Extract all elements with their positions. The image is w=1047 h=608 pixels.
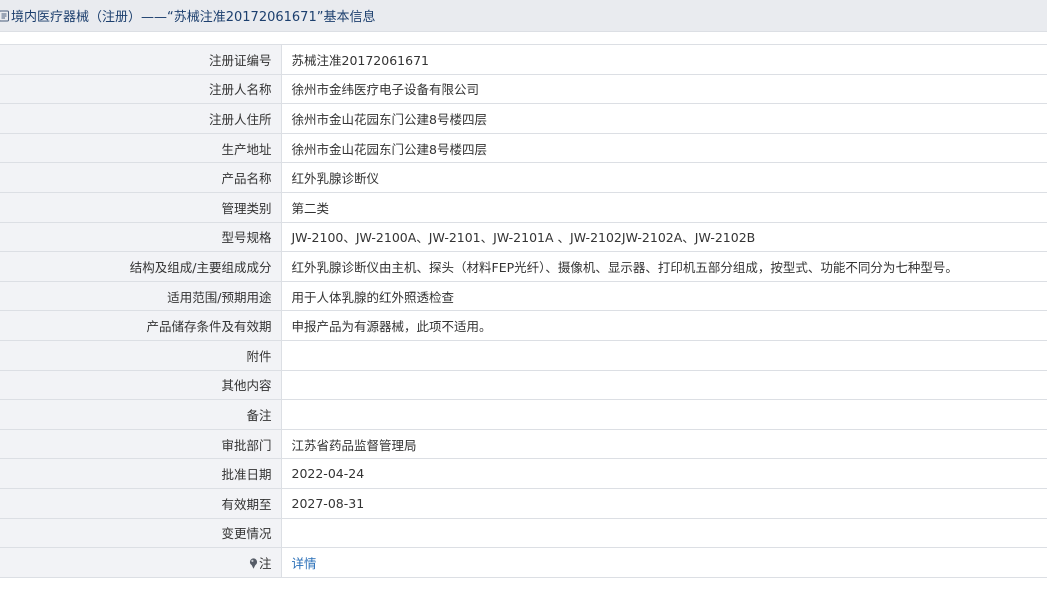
table-row: 有效期至 2027-08-31: [0, 487, 1047, 519]
row-label-registrant-address: 注册人住所: [0, 103, 282, 134]
pin-icon: [249, 558, 258, 569]
table-row: 其他内容: [0, 369, 1047, 401]
row-value-attachment: [281, 339, 1047, 371]
row-label-management-category: 管理类别: [0, 191, 282, 223]
row-label-product-name: 产品名称: [0, 162, 282, 193]
row-value-structure-composition: 红外乳腺诊断仪由主机、探头（材料FEP光纤）、摄像机、显示器、打印机五部分组成，…: [281, 251, 1047, 282]
row-label-change-status: 变更情况: [0, 517, 282, 549]
table-row: 注 详情: [0, 547, 1047, 578]
header-bar: 境内医疗器械（注册）——“苏械注准20172061671”基本信息: [0, 0, 1047, 32]
table-row: 注册证编号 苏械注准20172061671: [0, 44, 1047, 75]
row-value-storage-validity: 申报产品为有源器械，此项不适用。: [281, 310, 1047, 341]
page-title: 境内医疗器械（注册）——“苏械注准20172061671”基本信息: [11, 10, 376, 25]
row-label-attachment: 附件: [0, 339, 282, 371]
row-value-approval-date: 2022-04-24: [281, 458, 1047, 489]
row-label-registration-number: 注册证编号: [0, 44, 282, 75]
table-row: 管理类别 第二类: [0, 191, 1047, 223]
table-row: 适用范围/预期用途 用于人体乳腺的红外照透检查: [0, 280, 1047, 312]
row-label-registrant-name: 注册人名称: [0, 73, 282, 105]
document-icon: [0, 10, 9, 21]
table-row: 注册人名称 徐州市金纬医疗电子设备有限公司: [0, 73, 1047, 105]
table-row: 注册人住所 徐州市金山花园东门公建8号楼四层: [0, 103, 1047, 134]
table-row: 产品储存条件及有效期 申报产品为有源器械，此项不适用。: [0, 310, 1047, 341]
table-row: 批准日期 2022-04-24: [0, 458, 1047, 489]
details-link[interactable]: 详情: [292, 556, 317, 571]
row-label-approval-date: 批准日期: [0, 458, 282, 489]
row-value-change-status: [281, 517, 1047, 549]
row-value-registration-number: 苏械注准20172061671: [281, 44, 1047, 75]
row-value-intended-use: 用于人体乳腺的红外照透检查: [281, 280, 1047, 312]
row-value-model-spec: JW-2100、JW-2100A、JW-2101、JW-2101A 、JW-21…: [281, 221, 1047, 253]
row-label-structure-composition: 结构及组成/主要组成成分: [0, 251, 282, 282]
row-value-registrant-name: 徐州市金纬医疗电子设备有限公司: [281, 73, 1047, 105]
table-row: 附件: [0, 339, 1047, 371]
row-value-other-content: [281, 369, 1047, 401]
row-label-model-spec: 型号规格: [0, 221, 282, 253]
row-value-management-category: 第二类: [281, 191, 1047, 223]
row-value-approval-department: 江苏省药品监督管理局: [281, 428, 1047, 460]
row-label-valid-until: 有效期至: [0, 487, 282, 519]
row-value-remarks: [281, 399, 1047, 430]
row-value-valid-until: 2027-08-31: [281, 487, 1047, 519]
page: 境内医疗器械（注册）——“苏械注准20172061671”基本信息 注册证编号 …: [0, 0, 1047, 608]
table-row: 结构及组成/主要组成成分 红外乳腺诊断仪由主机、探头（材料FEP光纤）、摄像机、…: [0, 251, 1047, 282]
table-row: 型号规格 JW-2100、JW-2100A、JW-2101、JW-2101A 、…: [0, 221, 1047, 253]
row-label-intended-use: 适用范围/预期用途: [0, 280, 282, 312]
table-row: 生产地址 徐州市金山花园东门公建8号楼四层: [0, 132, 1047, 164]
row-label-approval-department: 审批部门: [0, 428, 282, 460]
row-label-other-content: 其他内容: [0, 369, 282, 401]
row-label-storage-validity: 产品储存条件及有效期: [0, 310, 282, 341]
row-value-note: 详情: [281, 547, 1047, 578]
note-label: 注: [258, 555, 272, 571]
row-label-note: 注: [0, 547, 282, 578]
row-label-remarks: 备注: [0, 399, 282, 430]
row-value-registrant-address: 徐州市金山花园东门公建8号楼四层: [281, 103, 1047, 134]
table-row: 备注: [0, 399, 1047, 430]
info-table: 注册证编号 苏械注准20172061671 注册人名称 徐州市金纬医疗电子设备有…: [0, 44, 1047, 578]
table-row: 产品名称 红外乳腺诊断仪: [0, 162, 1047, 193]
row-label-production-address: 生产地址: [0, 132, 282, 164]
row-value-production-address: 徐州市金山花园东门公建8号楼四层: [281, 132, 1047, 164]
table-row: 变更情况: [0, 517, 1047, 549]
row-value-product-name: 红外乳腺诊断仪: [281, 162, 1047, 193]
table-row: 审批部门 江苏省药品监督管理局: [0, 428, 1047, 460]
